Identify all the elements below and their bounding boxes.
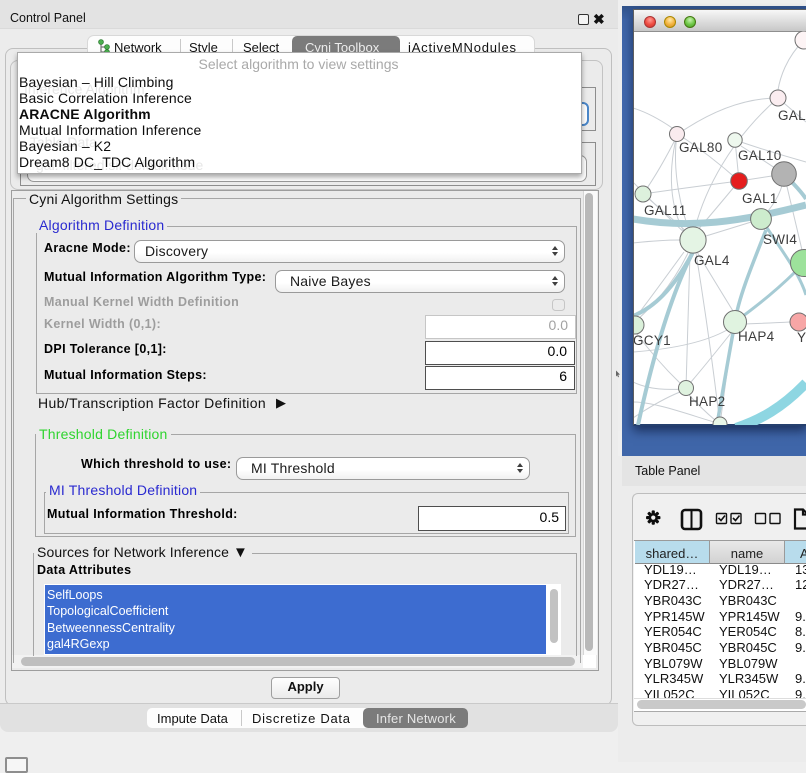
svg-text:SWI4: SWI4	[763, 232, 797, 247]
svg-text:HAP2: HAP2	[689, 394, 725, 409]
svg-text:GAL10: GAL10	[738, 148, 782, 163]
svg-text:GAL80: GAL80	[679, 140, 723, 155]
svg-text:GAL7: GAL7	[778, 108, 806, 123]
svg-text:GAL11: GAL11	[644, 203, 687, 218]
svg-text:GCY1: GCY1	[634, 333, 671, 348]
svg-text:HAP4: HAP4	[738, 329, 775, 344]
svg-text:Y: Y	[797, 330, 806, 345]
svg-text:GAL4: GAL4	[694, 253, 730, 268]
svg-text:GAL1: GAL1	[742, 191, 778, 206]
